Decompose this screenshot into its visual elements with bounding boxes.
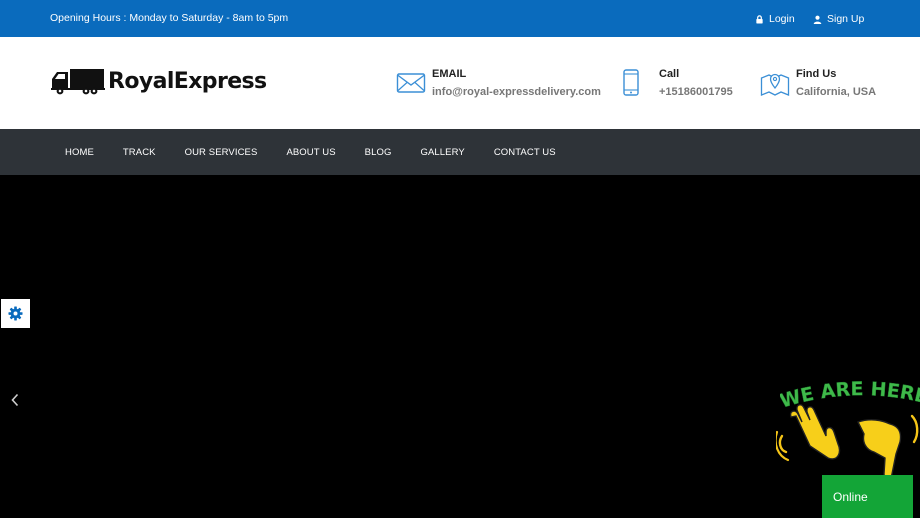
chat-online-button[interactable]: Online bbox=[822, 475, 913, 518]
location-title: Find Us bbox=[796, 68, 837, 80]
pointing-hand-icon bbox=[857, 414, 919, 480]
nav-our-services[interactable]: OUR SERVICES bbox=[185, 147, 258, 158]
nav-gallery[interactable]: GALLERY bbox=[420, 147, 464, 158]
nav-blog[interactable]: BLOG bbox=[365, 147, 392, 158]
login-link[interactable]: Login bbox=[755, 13, 795, 25]
nav-home[interactable]: HOME bbox=[65, 147, 94, 158]
nav-contact-us[interactable]: CONTACT US bbox=[494, 147, 556, 158]
nav-track[interactable]: TRACK bbox=[123, 147, 156, 158]
call-value[interactable]: +15186001795 bbox=[659, 86, 733, 98]
site-header: RoyalExpress EMAIL info@royal-expressdel… bbox=[0, 37, 920, 129]
main-nav: HOME TRACK OUR SERVICES ABOUT US BLOG GA… bbox=[0, 129, 920, 175]
top-bar: Opening Hours : Monday to Saturday - 8am… bbox=[0, 0, 920, 37]
waving-hand-icon bbox=[776, 404, 841, 462]
settings-toggle[interactable] bbox=[1, 299, 30, 328]
chat-status-label: Online bbox=[833, 490, 868, 504]
signup-link[interactable]: Sign Up bbox=[813, 13, 864, 25]
email-value[interactable]: info@royal-expressdelivery.com bbox=[432, 86, 601, 98]
brand-logo[interactable]: RoyalExpress bbox=[50, 67, 267, 95]
logo-text: RoyalExpress bbox=[108, 68, 267, 94]
signup-label: Sign Up bbox=[827, 13, 865, 25]
nav-about-us[interactable]: ABOUT US bbox=[286, 147, 335, 158]
envelope-icon bbox=[396, 68, 426, 98]
location-value: California, USA bbox=[796, 86, 877, 98]
chevron-left-icon bbox=[11, 393, 19, 407]
call-info: Call +15186001795 bbox=[620, 67, 733, 98]
opening-hours: Opening Hours : Monday to Saturday - 8am… bbox=[50, 12, 289, 24]
user-icon bbox=[813, 15, 822, 24]
slider-prev-button[interactable] bbox=[6, 389, 24, 411]
login-label: Login bbox=[769, 13, 795, 25]
call-title: Call bbox=[659, 68, 680, 80]
phone-icon bbox=[620, 68, 642, 98]
email-info: EMAIL info@royal-expressdelivery.com bbox=[396, 67, 601, 98]
map-icon bbox=[760, 68, 790, 98]
email-title: EMAIL bbox=[432, 68, 467, 80]
location-info: Find Us California, USA bbox=[760, 67, 876, 98]
gear-icon bbox=[8, 306, 23, 321]
truck-logo-icon bbox=[51, 69, 105, 95]
lock-icon bbox=[756, 14, 763, 24]
